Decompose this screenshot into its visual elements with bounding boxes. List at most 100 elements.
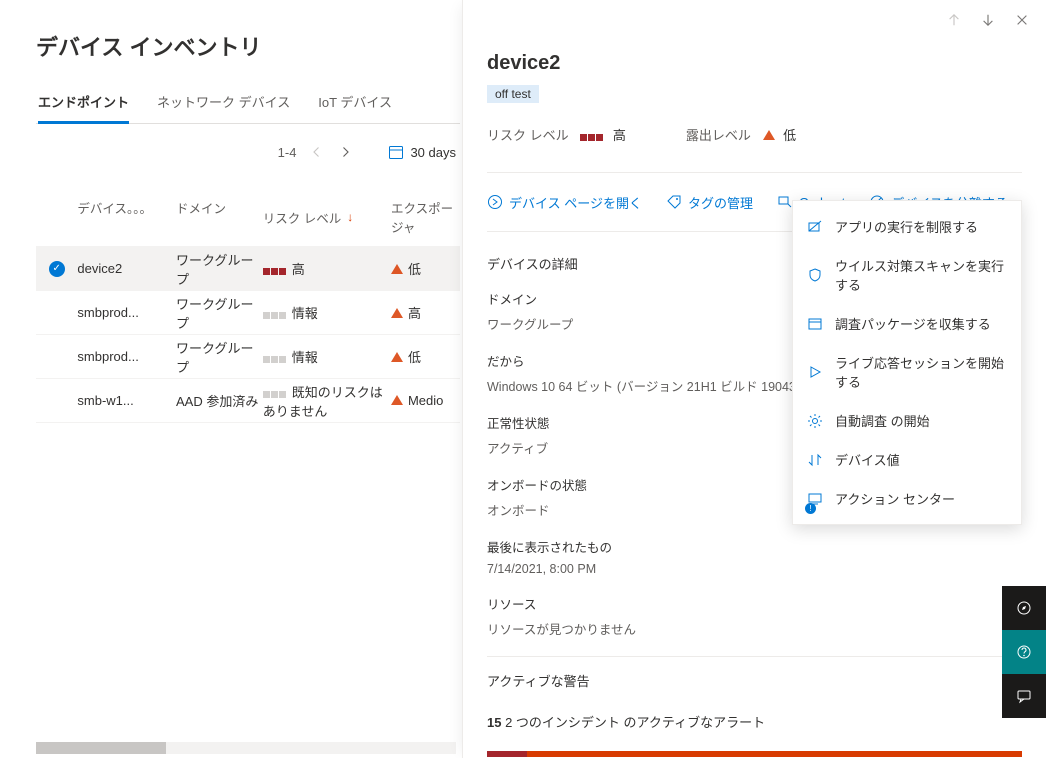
feedback-icon xyxy=(1016,688,1032,704)
menu-item-label: アクション センター xyxy=(835,489,955,508)
last-seen-key: 最後に表示されたもの xyxy=(487,537,1022,556)
gear-icon xyxy=(807,413,823,429)
restrict-icon xyxy=(807,219,823,235)
menu-item-package[interactable]: 調査パッケージを収集する xyxy=(793,304,1021,343)
exposure-level: 露出レベル 低 xyxy=(686,125,796,144)
page-title: デバイス インベントリ xyxy=(36,30,460,62)
grid-header: デバイス。。。 ドメイン リスク レベル ↓ エクスポージャ xyxy=(36,188,460,247)
menu-item-label: 調査パッケージを収集する xyxy=(835,314,991,333)
cell-risk: 情報 xyxy=(263,347,391,366)
open-device-page-button[interactable]: デバイス ページを開く xyxy=(487,193,642,212)
table-row[interactable]: smbprod...ワークグループ情報低 xyxy=(36,335,460,379)
table-row[interactable]: ✓ device2ワークグループ高低 xyxy=(36,247,460,291)
menu-item-label: 自動調査 の開始 xyxy=(835,411,930,430)
pager-prev-icon[interactable] xyxy=(310,145,324,159)
cell-exposure: Medio xyxy=(391,393,460,408)
risk-level-label: リスク レベル xyxy=(487,128,569,143)
active-alerts-heading: アクティブな警告 xyxy=(487,671,590,690)
cell-risk: 既知のリスクはありません xyxy=(263,382,391,420)
package-icon xyxy=(807,316,823,332)
list-toolbar: 1-4 30 days xyxy=(36,144,460,160)
tab-iot-devices[interactable]: IoT デバイス xyxy=(318,92,392,123)
menu-item-label: ウイルス対策スキャンを実行する xyxy=(835,256,1007,294)
checked-icon: ✓ xyxy=(49,261,65,277)
info-badge-icon: ! xyxy=(805,503,816,514)
alerts-count-number: 15 xyxy=(487,715,501,730)
menu-item-play[interactable]: ライブ応答セッションを開始する xyxy=(793,343,1021,401)
pager-range: 1-4 xyxy=(278,145,297,160)
exposure-level-value: 低 xyxy=(783,128,796,143)
flyout-down-icon[interactable] xyxy=(980,12,996,28)
cell-domain: ワークグループ xyxy=(176,294,263,332)
alerts-count: 15 2 つのインシデント のアクティブなアラート xyxy=(487,712,1022,731)
warning-icon xyxy=(391,308,403,318)
menu-item-label: アプリの実行を制限する xyxy=(835,217,978,236)
col-name[interactable]: デバイス。。。 xyxy=(77,198,176,236)
tab-network-devices[interactable]: ネットワーク デバイス xyxy=(157,92,290,123)
alerts-bar xyxy=(487,751,1022,757)
arrow-circle-icon xyxy=(487,194,503,210)
tab-endpoints[interactable]: エンドポイント xyxy=(38,92,129,124)
risk-squares-icon xyxy=(580,134,603,141)
risk-level: リスク レベル 高 xyxy=(487,125,626,144)
device-title: device2 xyxy=(487,52,1022,75)
tag-icon xyxy=(666,194,682,210)
rail-feedback-button[interactable] xyxy=(1002,674,1046,718)
open-device-page-label: デバイス ページを開く xyxy=(509,193,642,212)
cell-device-name: smbprod... xyxy=(77,305,176,320)
shield-icon xyxy=(807,267,823,283)
help-icon xyxy=(1016,644,1032,660)
compass-icon xyxy=(1016,600,1032,616)
warning-icon xyxy=(391,395,403,405)
tabs: エンドポイント ネットワーク デバイス IoT デバイス xyxy=(36,92,460,124)
device-tag[interactable]: off test xyxy=(487,85,539,103)
cell-device-name: device2 xyxy=(77,261,176,276)
play-icon xyxy=(807,364,823,380)
cell-domain: AAD 参加済み xyxy=(176,391,263,410)
swap-icon xyxy=(807,452,823,468)
resource-value: リソースが見つかりません xyxy=(487,619,1022,638)
warning-icon xyxy=(763,130,775,140)
menu-item-restrict[interactable]: アプリの実行を制限する xyxy=(793,207,1021,246)
sort-desc-icon: ↓ xyxy=(347,210,353,224)
actions-dropdown: アプリの実行を制限するウイルス対策スキャンを実行する調査パッケージを収集するライ… xyxy=(792,200,1022,525)
menu-item-swap[interactable]: デバイス値 xyxy=(793,440,1021,479)
warning-icon xyxy=(391,264,403,274)
menu-item-label: デバイス値 xyxy=(835,450,900,469)
cell-exposure: 低 xyxy=(391,347,460,366)
date-filter[interactable]: 30 days xyxy=(388,144,456,160)
col-risk-label: リスク レベル xyxy=(263,208,341,227)
horizontal-scrollbar[interactable] xyxy=(36,742,456,754)
flyout-close-icon[interactable] xyxy=(1014,12,1030,28)
cell-device-name: smb-w1... xyxy=(77,393,176,408)
cell-domain: ワークグループ xyxy=(176,250,263,288)
risk-squares-icon xyxy=(263,356,286,363)
risk-level-value: 高 xyxy=(613,128,626,143)
menu-item-screen[interactable]: アクション センター! xyxy=(793,479,1021,518)
col-exposure[interactable]: エクスポージャ xyxy=(391,198,460,236)
cell-risk: 情報 xyxy=(263,303,391,322)
pager-next-icon[interactable] xyxy=(338,145,352,159)
rail-help-button[interactable] xyxy=(1002,630,1046,674)
menu-item-label: ライブ応答セッションを開始する xyxy=(835,353,1007,391)
exposure-level-label: 露出レベル xyxy=(686,128,751,143)
risk-squares-icon xyxy=(263,268,286,275)
warning-icon xyxy=(391,352,403,362)
cell-exposure: 低 xyxy=(391,259,460,278)
col-risk[interactable]: リスク レベル ↓ xyxy=(263,198,391,236)
col-domain[interactable]: ドメイン xyxy=(176,198,263,236)
hunt-icon xyxy=(777,194,793,210)
menu-item-gear[interactable]: 自動調査 の開始 xyxy=(793,401,1021,440)
date-filter-label: 30 days xyxy=(410,145,456,160)
calendar-icon xyxy=(388,144,404,160)
alerts-count-text: 2 つのインシデント のアクティブなアラート xyxy=(501,715,765,730)
manage-tags-button[interactable]: タグの管理 xyxy=(666,193,753,212)
cell-device-name: smbprod... xyxy=(77,349,176,364)
table-row[interactable]: smbprod...ワークグループ情報高 xyxy=(36,291,460,335)
cell-risk: 高 xyxy=(263,259,391,278)
rail-compass-button[interactable] xyxy=(1002,586,1046,630)
table-row[interactable]: smb-w1...AAD 参加済み既知のリスクはありませんMedio xyxy=(36,379,460,423)
flyout-up-icon xyxy=(946,12,962,28)
menu-item-shield[interactable]: ウイルス対策スキャンを実行する xyxy=(793,246,1021,304)
resource-key: リソース xyxy=(487,594,1022,613)
